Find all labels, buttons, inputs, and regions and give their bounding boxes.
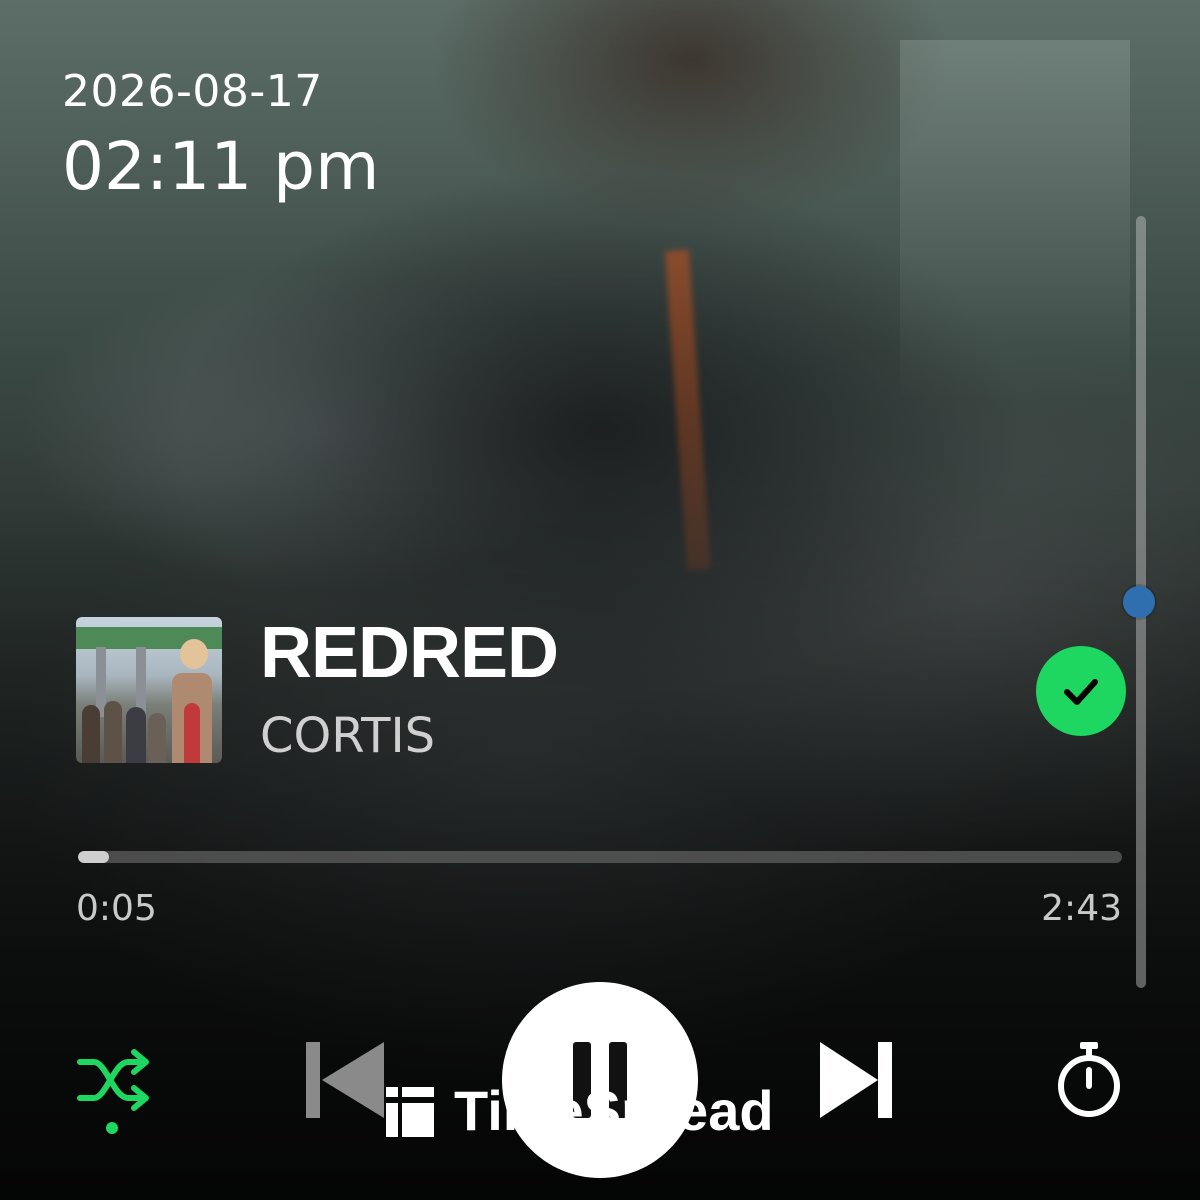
album-art-person [126, 707, 146, 763]
total-time: 2:43 [1041, 888, 1122, 929]
volume-slider-thumb[interactable] [1123, 586, 1155, 618]
album-art-shirt [184, 703, 200, 763]
album-art-person [82, 705, 100, 763]
saved-check-icon[interactable] [1036, 646, 1126, 736]
time-label: 02:11 pm [62, 128, 380, 205]
album-art-person [148, 713, 166, 763]
sleep-timer-icon[interactable] [1054, 1040, 1124, 1118]
watermark-text: TimeSpread [454, 1078, 774, 1142]
shuffle-icon[interactable] [74, 1048, 154, 1138]
progress-bar[interactable] [78, 851, 1122, 863]
album-art-head [180, 639, 208, 669]
album-art-person [104, 701, 122, 763]
watermark: TimeSpread [386, 1078, 774, 1142]
album-art[interactable] [76, 617, 222, 763]
date-label: 2026-08-17 [62, 66, 323, 117]
skip-next-icon[interactable] [816, 1038, 900, 1122]
progress-bar-fill [78, 851, 110, 863]
watermark-logo-icon [386, 1085, 434, 1137]
track-artist[interactable]: CORTIS [260, 708, 435, 764]
track-title[interactable]: REDRED [260, 612, 559, 694]
elapsed-time: 0:05 [76, 888, 157, 929]
skip-previous-icon[interactable] [300, 1038, 390, 1122]
